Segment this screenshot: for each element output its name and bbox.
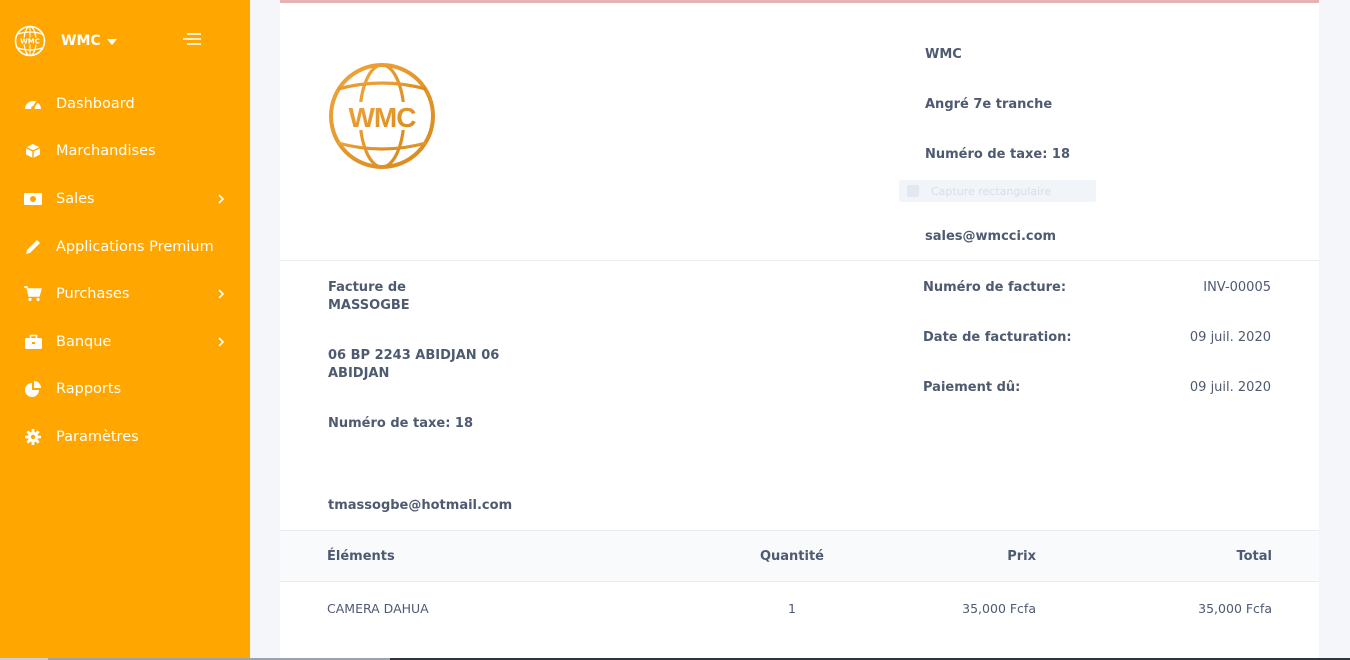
sidebar-item-label: Paramètres: [56, 428, 139, 445]
gear-icon: [24, 428, 42, 446]
sidebar-item-label: Banque: [56, 333, 112, 350]
sidebar-item-banque[interactable]: Banque: [0, 318, 250, 366]
cart-icon: [24, 285, 42, 303]
sidebar-item-label: Purchases: [56, 286, 130, 303]
customer-tax-number: Numéro de taxe: 18: [328, 416, 474, 431]
sidebar-item-parametres[interactable]: Paramètres: [0, 413, 250, 461]
bill-to-heading: Facture de: [328, 280, 406, 295]
menu-toggle-icon[interactable]: [183, 32, 201, 48]
briefcase-icon: [24, 333, 42, 351]
payment-due-row: Paiement dû: 09 juil. 2020: [923, 380, 1271, 400]
row-total: 35,000 Fcfa: [1198, 601, 1272, 616]
sidebar-item-label: Marchandises: [56, 143, 156, 160]
brand-logo-icon[interactable]: WMC: [14, 25, 46, 57]
sidebar-item-label: Sales: [56, 190, 95, 207]
invoice-card: WMC WMC Angré 7e tranche Numéro de taxe:…: [280, 0, 1319, 660]
brand-logo-text: WMC: [20, 38, 40, 46]
invoice-number-value: INV-00005: [1203, 280, 1271, 295]
table-row: CAMERA DAHUA 1 35,000 Fcfa 35,000 Fcfa: [280, 583, 1319, 635]
invoice-date-value: 09 juil. 2020: [1189, 330, 1271, 345]
pie-chart-icon: [24, 380, 42, 398]
screen-capture-label: Capture rectangulaire: [931, 184, 1052, 198]
sidebar-header: WMC WMC: [0, 0, 250, 84]
row-quantity: 1: [788, 601, 796, 616]
page-scrollbar[interactable]: [1319, 0, 1350, 660]
customer-address-line1: 06 BP 2243 ABIDJAN 06: [328, 348, 500, 363]
sidebar-item-label: Dashboard: [56, 95, 135, 112]
sidebar: WMC WMC Dashboard Marchandises Sales App…: [0, 0, 250, 660]
brand-dropdown[interactable]: WMC: [61, 33, 117, 49]
column-header-price: Prix: [1007, 549, 1036, 564]
card-top-accent: [280, 0, 1319, 3]
company-tax-number: Numéro de taxe: 18: [925, 147, 1071, 162]
company-email: sales@wmcci.com: [925, 229, 1057, 244]
capture-icon: [907, 185, 919, 197]
customer-name: MASSOGBE: [328, 298, 410, 313]
brand-name: WMC: [61, 33, 101, 49]
invoice-date-row: Date de facturation: 09 juil. 2020: [923, 330, 1271, 350]
sidebar-item-rapports[interactable]: Rapports: [0, 366, 250, 414]
caret-down-icon: [106, 39, 117, 45]
invoice-number-label: Numéro de facture:: [923, 280, 1067, 295]
sidebar-item-marchandises[interactable]: Marchandises: [0, 128, 250, 176]
company-logo-icon: WMC: [329, 63, 435, 169]
invoice-number-row: Numéro de facture: INV-00005: [923, 280, 1271, 300]
invoice-date-label: Date de facturation:: [923, 330, 1072, 345]
sidebar-item-label: Applications Premium: [56, 238, 214, 255]
items-table-header: Éléments Quantité Prix Total: [280, 530, 1319, 582]
sidebar-item-label: Rapports: [56, 381, 122, 398]
customer-address-line2: ABIDJAN: [328, 366, 390, 381]
money-icon: [24, 190, 42, 208]
column-header-total: Total: [1236, 549, 1272, 564]
row-item-name: CAMERA DAHUA: [327, 601, 429, 616]
cube-icon: [24, 142, 42, 160]
sidebar-menu: Dashboard Marchandises Sales Application…: [0, 80, 250, 461]
chevron-right-icon: [218, 289, 225, 299]
section-divider: [280, 260, 1319, 261]
column-header-items: Éléments: [327, 549, 395, 564]
chevron-right-icon: [218, 337, 225, 347]
customer-email: tmassogbe@hotmail.com: [328, 498, 513, 513]
sidebar-item-applications-premium[interactable]: Applications Premium: [0, 223, 250, 271]
payment-due-label: Paiement dû:: [923, 380, 1021, 395]
dashboard-icon: [24, 95, 42, 113]
company-name: WMC: [925, 47, 962, 62]
screen-capture-button[interactable]: Capture rectangulaire: [899, 180, 1096, 202]
company-logo-text: WMC: [349, 102, 417, 133]
column-header-quantity: Quantité: [759, 549, 825, 564]
sidebar-item-purchases[interactable]: Purchases: [0, 270, 250, 318]
company-address: Angré 7e tranche: [925, 97, 1053, 112]
chevron-right-icon: [218, 194, 225, 204]
sidebar-item-dashboard[interactable]: Dashboard: [0, 80, 250, 128]
pencil-icon: [24, 238, 42, 256]
row-price: 35,000 Fcfa: [962, 601, 1036, 616]
sidebar-item-sales[interactable]: Sales: [0, 175, 250, 223]
payment-due-value: 09 juil. 2020: [1189, 380, 1271, 395]
